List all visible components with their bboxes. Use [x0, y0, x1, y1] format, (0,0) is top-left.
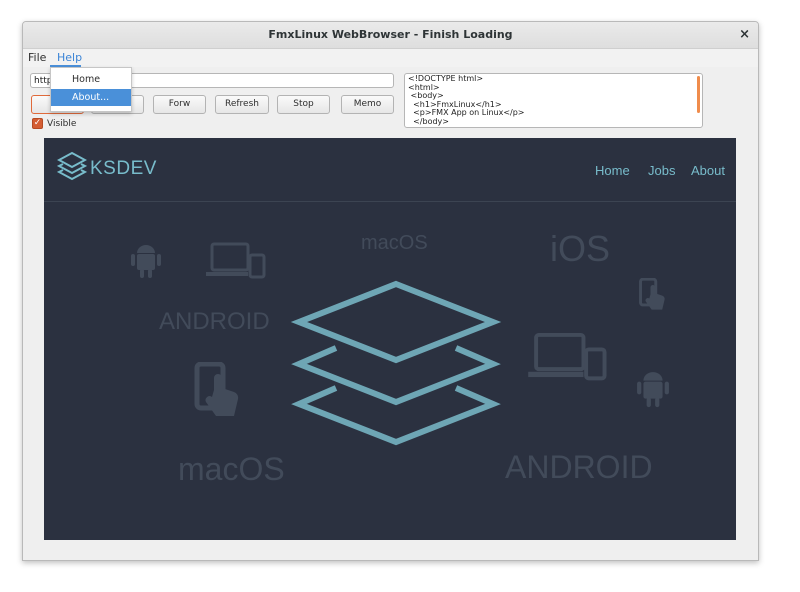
bg-word-ios: iOS — [550, 228, 611, 269]
site-brand[interactable]: KSDEV — [90, 158, 157, 180]
window-title: FmxLinux WebBrowser - Finish Loading — [268, 28, 513, 41]
browser-window: FmxLinux WebBrowser - Finish Loading × F… — [22, 21, 759, 561]
devices-icon — [206, 242, 266, 279]
menu-item-home[interactable]: Home — [51, 71, 131, 88]
memo-button[interactable]: Memo — [341, 95, 394, 114]
menu-file[interactable]: File — [28, 49, 46, 67]
stop-button[interactable]: Stop — [277, 95, 330, 114]
android-icon — [637, 372, 669, 408]
bg-word-android-right: ANDROID — [505, 449, 653, 485]
layers-logo-icon[interactable] — [57, 151, 87, 183]
bg-word-macos-top: macOS — [361, 232, 428, 254]
android-icon — [131, 245, 161, 278]
tap-phone-icon — [639, 278, 665, 310]
layers-logo-icon — [290, 280, 502, 446]
bg-word-android-left: ANDROID — [159, 308, 270, 335]
memo-text[interactable]: <!DOCTYPE html> <html> <body> <h1>FmxLin… — [405, 74, 702, 127]
site-nav-jobs[interactable]: Jobs — [648, 163, 675, 178]
site-header: KSDEV Home Jobs About — [44, 138, 736, 202]
memo-scrollbar[interactable] — [697, 76, 700, 113]
menu-bar: File Help — [23, 49, 758, 67]
close-icon[interactable]: × — [739, 22, 750, 48]
html-memo[interactable]: <!DOCTYPE html> <html> <body> <h1>FmxLin… — [404, 73, 703, 128]
visible-checkbox[interactable]: ✓ — [32, 118, 43, 129]
site-nav-about[interactable]: About — [691, 163, 725, 178]
bg-word-macos-bottom: macOS — [178, 451, 285, 487]
tap-phone-icon — [194, 362, 239, 416]
visible-label: Visible — [47, 119, 77, 129]
title-bar[interactable]: FmxLinux WebBrowser - Finish Loading × — [23, 22, 758, 49]
help-dropdown-menu: Home About... — [50, 67, 132, 112]
site-nav-home[interactable]: Home — [595, 163, 630, 178]
web-view[interactable]: KSDEV Home Jobs About macOS iOS ANDROID … — [44, 138, 736, 540]
refresh-button[interactable]: Refresh — [215, 95, 269, 114]
devices-icon — [528, 332, 607, 381]
forward-button[interactable]: Forw — [153, 95, 206, 114]
menu-item-about[interactable]: About... — [51, 89, 131, 106]
